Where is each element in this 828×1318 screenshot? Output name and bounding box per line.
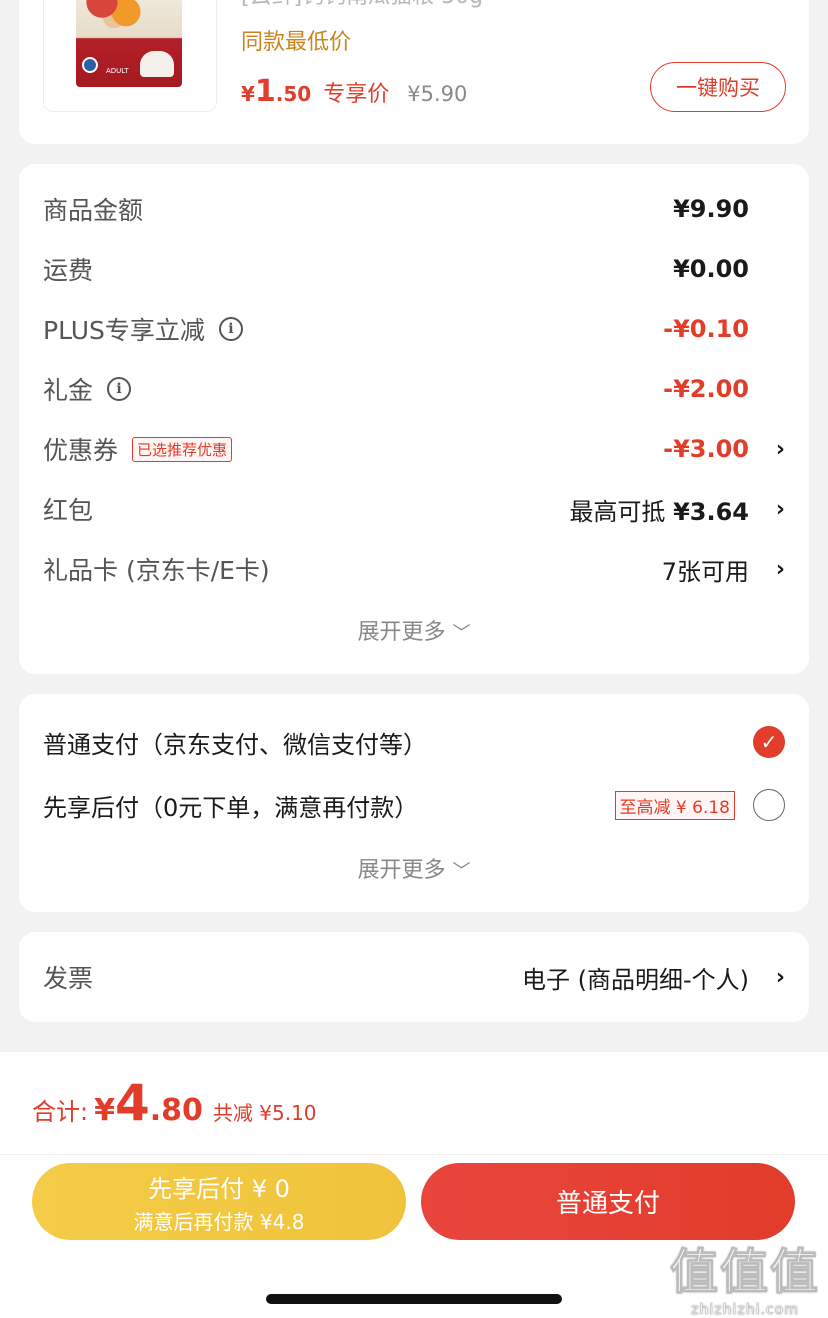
summary-row-plus-discount: PLUS专享立减 i -¥0.10 › [43,309,785,349]
total-currency: ¥ [94,1093,115,1128]
plus-discount-value: -¥0.10 [663,315,749,343]
payment-option-pay-later-label: 先享后付（0元下单，满意再付款） [43,793,419,822]
goods-amount-value: ¥9.90 [673,195,749,223]
divider [0,1154,828,1155]
summary-row-coupon[interactable]: 优惠券 已选推荐优惠 -¥3.00 › [43,429,785,469]
home-indicator [266,1294,562,1304]
summary-row-red-packet[interactable]: 红包 最高可抵 ¥3.64 › [43,489,785,529]
summary-row-shipping: 运费 ¥0.00 › [43,249,785,289]
gift-money-value: -¥2.00 [663,375,749,403]
order-summary-card: 商品金额 ¥9.90 › 运费 ¥0.00 › PLUS专享立减 i -¥0.1… [19,164,809,674]
checkout-bottom-bar: 合计: ¥ 4 .80 共减 ¥5.10 先享后付 ¥ 0 满意后再付款 ¥4.… [0,1052,828,1318]
price-decimal: .50 [275,82,312,106]
total-saved[interactable]: 共减 ¥5.10 [213,1097,317,1126]
goods-amount-label: 商品金额 [43,196,144,225]
product-card: ADULT [云鲜]钙钙南瓜猫粮 50g 同款最低价 ¥ 1 .50 专享价 ¥… [19,0,809,144]
unchecked-radio-icon[interactable] [753,789,785,821]
chevron-right-icon[interactable]: › [763,965,785,990]
invoice-value: 电子 (商品明细-个人) [521,965,749,994]
watermark: 值值值 zhizhizhi.com [669,1232,820,1318]
gift-card-label: 礼品卡 (京东卡/E卡) [43,556,270,585]
exclusive-price-tag: 专享价 [323,82,390,107]
red-packet-value: ¥3.64 [673,497,749,526]
chevron-right-icon[interactable]: › [763,497,785,522]
price-integer: 1 [254,74,276,109]
shipping-value: ¥0.00 [673,255,749,283]
payment-option-normal[interactable]: 普通支付（京东支付、微信支付等） ✓ [43,720,785,764]
original-price: ¥5.90 [407,82,468,106]
pay-later-line2: 满意后再付款 ¥4.8 [133,1209,305,1234]
total-decimal: .80 [149,1093,203,1128]
one-click-buy-button[interactable]: 一键购买 [650,62,786,112]
chevron-right-icon[interactable]: › [763,557,785,582]
summary-row-gift-card[interactable]: 礼品卡 (京东卡/E卡) 7张可用 › [43,549,785,589]
chevron-right-icon[interactable]: › [763,437,785,462]
summary-row-goods-amount: 商品金额 ¥9.90 › [43,189,785,229]
pay-later-line1: 先享后付 ¥ 0 [148,1174,290,1203]
normal-pay-button[interactable]: 普通支付 [421,1163,795,1240]
gift-card-value: 7张可用 [661,557,749,586]
chevron-down-icon: ﹀ [452,861,471,882]
payment-expand-more-button[interactable]: 展开更多 ﹀ [19,852,809,884]
price-row: ¥ 1 .50 专享价 ¥5.90 [241,74,467,109]
brand-badge-icon [82,57,98,73]
fruit-illustration [84,0,144,31]
cat-illustration [140,51,174,77]
invoice-row[interactable]: 发票 电子 (商品明细-个人) › [43,957,785,997]
invoice-card[interactable]: 发票 电子 (商品明细-个人) › [19,932,809,1022]
payment-method-card: 普通支付（京东支付、微信支付等） ✓ 先享后付（0元下单，满意再付款） 至高减 … [19,694,809,912]
cat-food-bag-image: ADULT [76,0,182,87]
watermark-logo: 值值值 [669,1244,820,1301]
checked-radio-icon[interactable]: ✓ [753,726,785,758]
red-packet-value-group: 最高可抵 ¥3.64 [569,492,749,527]
product-thumbnail[interactable]: ADULT [43,0,217,112]
pay-later-button[interactable]: 先享后付 ¥ 0 满意后再付款 ¥4.8 [32,1163,406,1240]
red-packet-prefix: 最高可抵 [569,497,674,526]
red-packet-label: 红包 [43,496,94,525]
total-integer: 4 [114,1074,150,1132]
bag-adult-text: ADULT [106,67,129,75]
invoice-label: 发票 [43,964,94,993]
summary-row-gift-money: 礼金 i -¥2.00 › [43,369,785,409]
coupon-value: -¥3.00 [663,435,749,463]
coupon-label-group: 优惠券 已选推荐优惠 [43,431,233,467]
recommended-coupon-tag: 已选推荐优惠 [132,436,233,462]
plus-discount-label-group: PLUS专享立减 i [43,311,243,347]
coupon-label: 优惠券 [43,436,119,465]
info-icon[interactable]: i [107,377,132,401]
watermark-domain: zhizhizhi.com [691,1302,799,1318]
expand-more-label: 展开更多 [357,620,446,645]
chevron-down-icon: ﹀ [452,623,471,644]
price-currency: ¥ [241,82,255,106]
product-title[interactable]: [云鲜]钙钙南瓜猫粮 50g [241,0,541,10]
plus-discount-label: PLUS专享立减 [43,316,205,345]
order-total: 合计: ¥ 4 .80 共减 ¥5.10 [32,1074,317,1132]
payment-expand-more-label: 展开更多 [357,858,446,883]
gift-money-label-group: 礼金 i [43,371,132,407]
info-icon[interactable]: i [218,317,243,341]
shipping-label: 运费 [43,256,94,285]
same-lowest-price-label: 同款最低价 [241,30,352,55]
gift-money-label: 礼金 [43,376,94,405]
total-label: 合计: [32,1098,89,1126]
payment-option-pay-later[interactable]: 先享后付（0元下单，满意再付款） 至高减 ¥ 6.18 [43,783,785,827]
expand-more-button[interactable]: 展开更多 ﹀ [19,614,809,646]
payment-option-normal-label: 普通支付（京东支付、微信支付等） [43,730,427,759]
max-discount-tag: 至高减 ¥ 6.18 [614,790,735,820]
